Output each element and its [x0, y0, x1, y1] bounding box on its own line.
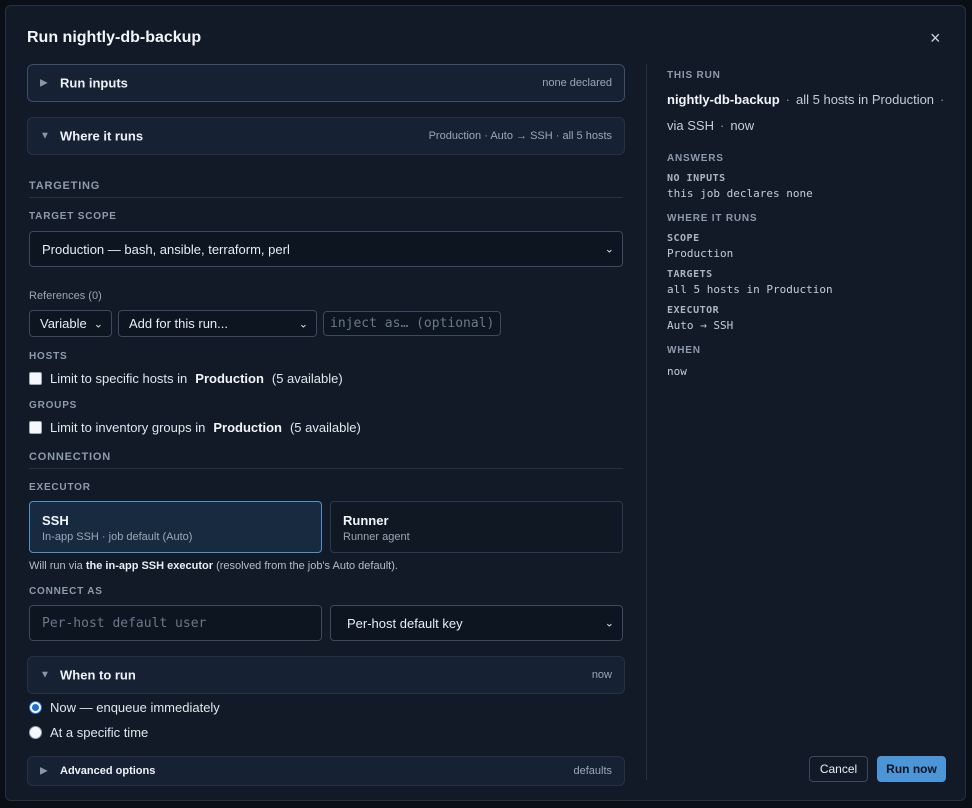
summary-line-1: nightly-db-backup · all 5 hosts in Product…	[667, 92, 950, 107]
connect-as-label: CONNECT AS	[29, 586, 103, 597]
executor-label: EXECUTOR	[29, 482, 91, 493]
reference-type-value: Variable	[40, 316, 87, 331]
note-prefix: Will run via	[29, 560, 83, 572]
no-inputs-key: NO INPUTS	[667, 173, 726, 184]
section-run-inputs[interactable]: ▶ Run inputs none declared	[27, 64, 625, 102]
run-now-button[interactable]: Run now	[877, 756, 946, 782]
radio-button[interactable]	[29, 701, 42, 714]
divider	[29, 197, 623, 198]
limit-hosts-env: Production	[195, 371, 264, 386]
separator-dot: ·	[719, 118, 725, 133]
limit-hosts-row[interactable]: Limit to specific hosts in Production (5…	[29, 371, 343, 386]
section-meta: defaults	[573, 765, 612, 777]
limit-groups-text: Limit to inventory groups in	[50, 420, 206, 435]
executor-subtitle: In-app SSH · job default (Auto)	[42, 531, 193, 543]
section-where-it-runs[interactable]: ▼ Where it runs Production · Auto → SSH …	[27, 117, 625, 155]
ssh-key-select[interactable]: Per-host default key ⌄	[330, 605, 623, 641]
note-bold: the in-app SSH executor	[85, 560, 213, 572]
hosts-label: HOSTS	[29, 351, 68, 362]
targeting-heading: TARGETING	[29, 180, 101, 192]
executor-card-runner[interactable]: Runner Runner agent	[330, 501, 623, 553]
divider	[29, 468, 623, 469]
chevron-down-icon: ⌄	[298, 318, 308, 330]
targets-value: all 5 hosts in Production	[667, 283, 833, 296]
chevron-down-icon: ▼	[40, 130, 50, 142]
target-scope-label: TARGET SCOPE	[29, 211, 117, 222]
separator-dot: ·	[940, 92, 945, 107]
target-scope-value: Production — bash, ansible, terraform, p…	[42, 241, 290, 257]
scope-key: SCOPE	[667, 233, 700, 244]
section-label: Where it runs	[60, 128, 144, 144]
targets-key: TARGETS	[667, 269, 713, 280]
limit-groups-count: (5 available)	[289, 420, 361, 435]
answers-label: ANSWERS	[667, 153, 724, 164]
section-meta: Production · Auto → SSH · all 5 hosts	[428, 130, 612, 142]
executor-note: Will run via the in-app SSH executor (re…	[29, 560, 398, 572]
close-icon[interactable]: ×	[930, 28, 941, 49]
section-meta: now	[591, 669, 612, 681]
limit-groups-row[interactable]: Limit to inventory groups in Production …	[29, 420, 361, 435]
summary-when: now	[730, 118, 755, 133]
chevron-down-icon: ▼	[40, 669, 50, 681]
ssh-key-value: Per-host default key	[347, 615, 463, 631]
summary-hosts: all 5 hosts in Production	[796, 92, 935, 107]
dialog-title: Run nightly-db-backup	[27, 29, 202, 46]
summary-line-2: via SSH · now	[667, 118, 754, 133]
radio-button[interactable]	[29, 726, 42, 739]
limit-hosts-checkbox[interactable]	[29, 372, 42, 385]
section-label: Run inputs	[60, 75, 128, 91]
where-label: WHERE IT RUNS	[667, 213, 758, 224]
executor-title: SSH	[42, 513, 69, 528]
limit-hosts-text: Limit to specific hosts in	[50, 371, 188, 386]
section-label: Advanced options	[60, 765, 156, 777]
chevron-right-icon: ▶	[40, 765, 48, 777]
chevron-down-icon: ⌄	[93, 318, 103, 330]
section-advanced-options[interactable]: ▶ Advanced options defaults	[27, 756, 625, 786]
groups-label: GROUPS	[29, 400, 78, 411]
note-suffix: (resolved from the job's Auto default).	[216, 560, 398, 572]
chevron-right-icon: ▶	[40, 77, 48, 89]
chevron-down-icon: ⌄	[604, 617, 614, 630]
no-inputs-value: this job declares none	[667, 187, 813, 200]
executor-card-ssh[interactable]: SSH In-app SSH · job default (Auto)	[29, 501, 322, 553]
panel-separator	[646, 64, 647, 780]
executor-title: Runner	[343, 513, 389, 528]
when-now-option[interactable]: Now — enqueue immediately	[29, 700, 220, 715]
this-run-label: THIS RUN	[667, 70, 721, 81]
reference-add-select[interactable]: Add for this run... ⌄	[118, 310, 317, 337]
run-job-dialog: Run nightly-db-backup × ▶ Run inputs non…	[5, 5, 966, 801]
inject-as-input[interactable]: inject as… (optional)	[323, 311, 501, 336]
section-meta: none declared	[542, 77, 612, 89]
limit-groups-env: Production	[213, 420, 282, 435]
summary-via: via SSH	[667, 118, 714, 133]
executor-value: Auto → SSH	[667, 319, 734, 332]
scope-value: Production	[667, 247, 734, 260]
executor-key: EXECUTOR	[667, 305, 720, 316]
chevron-down-icon: ⌄	[604, 243, 614, 256]
separator-dot: ·	[785, 92, 791, 107]
summary-job: nightly-db-backup	[667, 92, 780, 107]
target-scope-select[interactable]: Production — bash, ansible, terraform, p…	[29, 231, 623, 267]
executor-subtitle: Runner agent	[343, 531, 410, 543]
limit-groups-checkbox[interactable]	[29, 421, 42, 434]
when-value: now	[667, 365, 687, 378]
references-label: References (0)	[29, 290, 102, 302]
connection-heading: CONNECTION	[29, 451, 111, 463]
user-input[interactable]: Per-host default user	[29, 605, 322, 641]
radio-label: At a specific time	[50, 725, 149, 740]
radio-label: Now — enqueue immediately	[50, 700, 220, 715]
when-specific-time-option[interactable]: At a specific time	[29, 725, 148, 740]
when-label: WHEN	[667, 345, 701, 356]
reference-type-select[interactable]: Variable ⌄	[29, 310, 112, 337]
reference-add-value: Add for this run...	[129, 316, 228, 331]
limit-hosts-count: (5 available)	[271, 371, 343, 386]
section-when-to-run[interactable]: ▼ When to run now	[27, 656, 625, 694]
cancel-button[interactable]: Cancel	[809, 756, 868, 782]
section-label: When to run	[60, 667, 136, 683]
